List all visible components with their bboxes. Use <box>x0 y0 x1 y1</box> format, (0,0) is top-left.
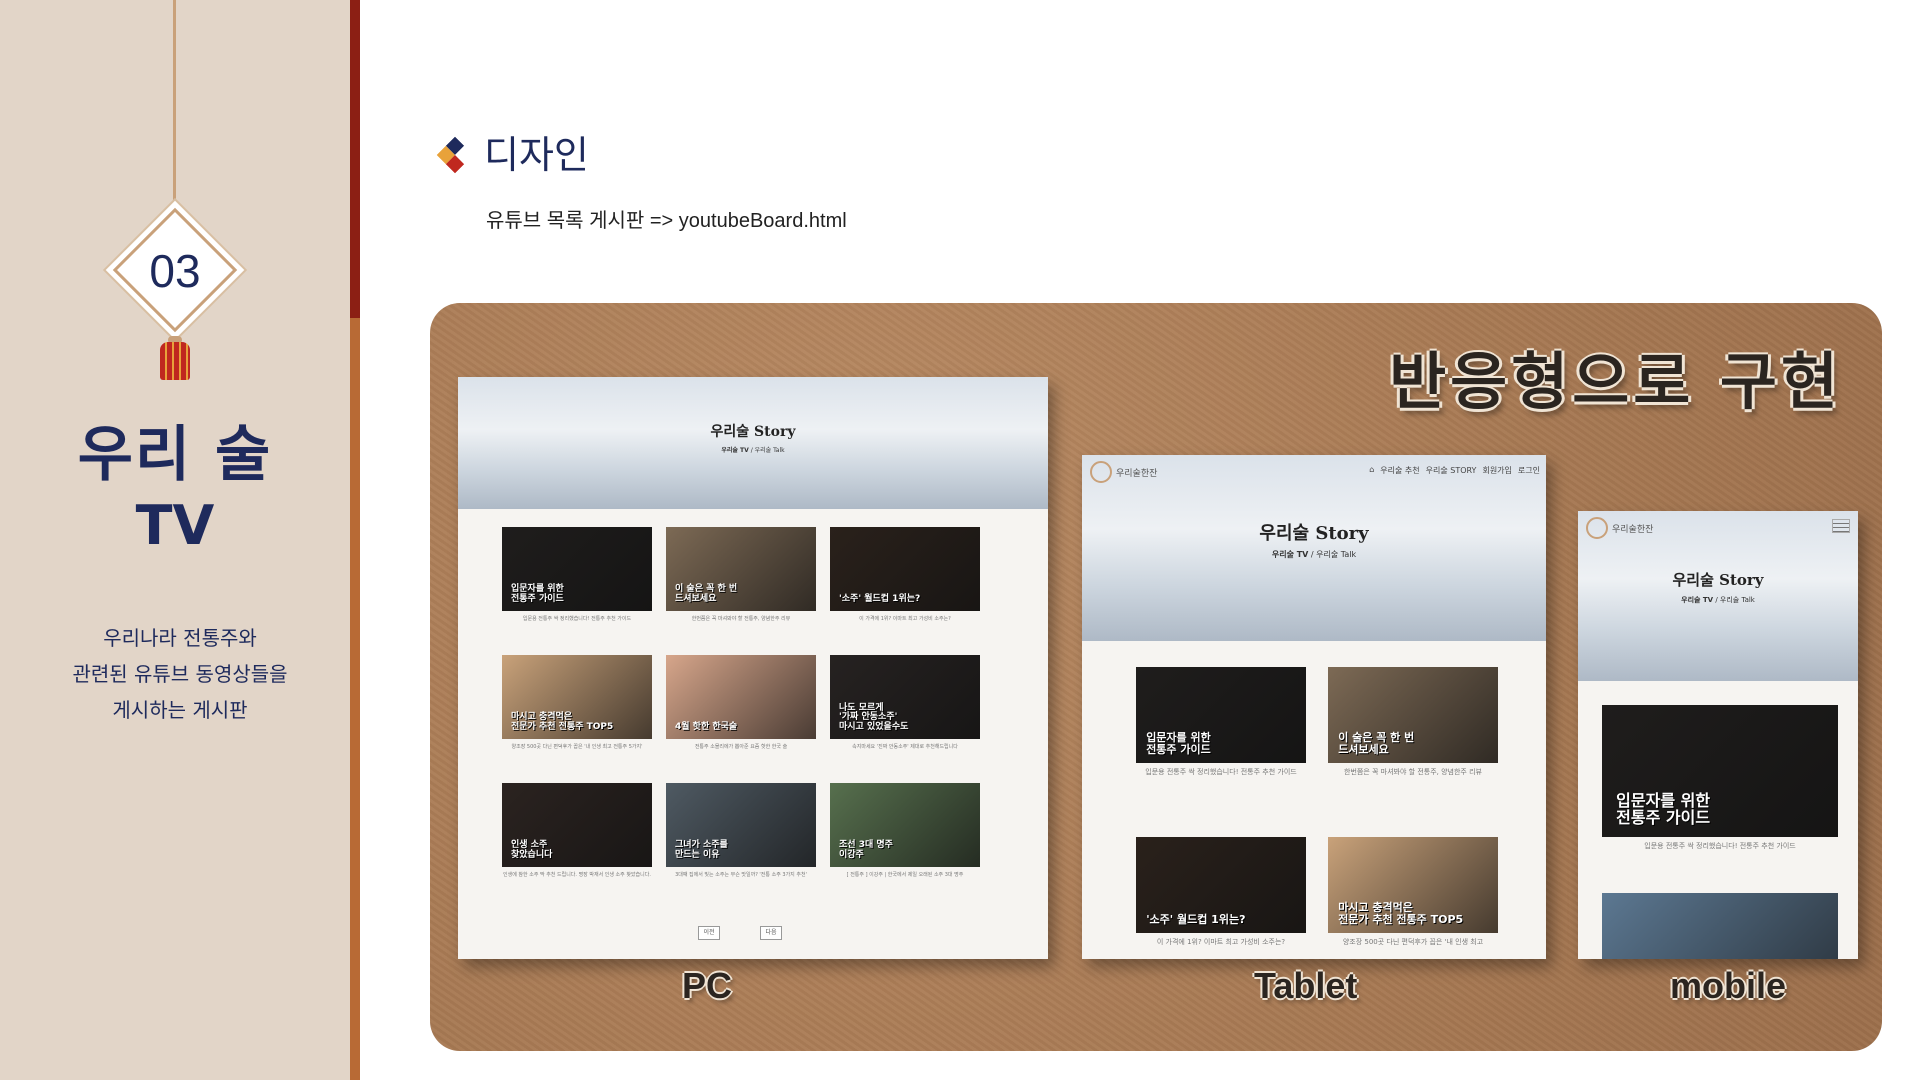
sidebar-desc-line2: 관련된 유튜브 동영상들을 <box>72 662 288 686</box>
tablet-nav-item[interactable]: 우리술 STORY <box>1426 465 1477 476</box>
thumbnail-caption[interactable]: 양조장 500곳 다닌 편덕후가 꼽은 '내 인생 최고 전통주 5가지' <box>502 743 652 750</box>
pc-prev-button[interactable]: 이전 <box>698 926 720 940</box>
video-thumbnail[interactable]: 인생 소주 찾았습니다 <box>502 783 652 867</box>
pc-hero: 우리술 Story 우리술 TV / 우리술 Talk <box>458 377 1048 509</box>
page-subtitle: 유튜브 목록 게시판 => youtubeBoard.html <box>486 210 847 232</box>
thumbnail-caption[interactable]: [ 전통주 ] 이강주 | 한국에서 제일 오래된 소주 3대 명주 <box>830 871 980 878</box>
pc-breadcrumb: 우리술 TV / 우리술 Talk <box>458 445 1048 454</box>
thumbnail-text: 나도 모르게 '가짜 안동소주' 마시고 있었을수도 <box>839 702 909 732</box>
thumbnail-caption[interactable]: 입문용 전통주 싹 정리했습니다! 전통주 추천 가이드 <box>502 615 652 622</box>
video-thumbnail[interactable]: 입문자를 위한 전통주 가이드 <box>1136 667 1306 763</box>
thumbnail-caption[interactable]: 입문용 전통주 싹 정리했습니다! 전통주 추천 가이드 <box>1602 841 1838 851</box>
thumbnail-text: 그녀가 소주를 만드는 이유 <box>675 840 728 860</box>
thumbnail-caption[interactable]: 입문용 전통주 싹 정리했습니다! 전통주 추천 가이드 <box>1136 767 1306 777</box>
slide: 03 우리 술 TV 우리나라 전통주와 관련된 유튜브 동영상들을 게시하는 … <box>0 0 1920 1080</box>
tablet-nav-item[interactable]: 로그인 <box>1518 465 1540 476</box>
tablet-nav: ⌂ 우리술 추천 우리술 STORY 회원가입 로그인 <box>1369 465 1540 476</box>
sidebar-desc-line1: 우리나라 전통주와 <box>103 626 257 650</box>
thumbnail-text: 이 술은 꼭 한 번 드셔보세요 <box>1338 731 1415 756</box>
mobile-hero-title: 우리술 Story <box>1672 571 1764 589</box>
video-thumbnail[interactable]: 입문자를 위한 전통주 가이드 <box>502 527 652 611</box>
sidebar-stripe-accent <box>350 0 360 318</box>
thumbnail-text: '소주' 월드컵 1위는? <box>1146 912 1246 926</box>
sidebar-desc-line3: 게시하는 게시판 <box>112 698 248 722</box>
sidebar-title-line1: 우리 술 <box>77 420 273 490</box>
thumbnail-text: 입문자를 위한 전통주 가이드 <box>511 584 564 604</box>
video-thumbnail[interactable] <box>1602 893 1838 959</box>
tassel-icon <box>160 342 190 380</box>
tablet-screenshot: 우리술한잔 ⌂ 우리술 추천 우리술 STORY 회원가입 로그인 우리술 St… <box>1082 455 1546 959</box>
thumbnail-text: 인생 소주 찾았습니다 <box>511 840 553 860</box>
sidebar: 03 우리 술 TV 우리나라 전통주와 관련된 유튜브 동영상들을 게시하는 … <box>0 0 350 1080</box>
pc-next-button[interactable]: 다음 <box>760 926 782 940</box>
thumbnail-text: 마시고 충격먹은 전문가 추천 전통주 TOP5 <box>511 712 614 732</box>
video-thumbnail[interactable]: 조선 3대 명주 이강주 <box>830 783 980 867</box>
thumbnail-caption[interactable]: 인생에 참한 소주 딱 추천 드립니다. 명장 박재서 인생 소주 찾았습니다. <box>502 871 652 878</box>
pc-crumb-sep: / <box>750 447 753 454</box>
page-title: 디자인 <box>484 133 589 177</box>
logo-mark-icon <box>1586 517 1608 539</box>
video-thumbnail[interactable]: '소주' 월드컵 1위는? <box>1136 837 1306 933</box>
tablet-hero: 우리술한잔 ⌂ 우리술 추천 우리술 STORY 회원가입 로그인 우리술 St… <box>1082 455 1546 641</box>
video-thumbnail[interactable]: 입문자를 위한 전통주 가이드 <box>1602 705 1838 837</box>
thumbnail-text: 입문자를 위한 전통주 가이드 <box>1146 731 1211 756</box>
video-thumbnail[interactable]: 마시고 충격먹은 전문가 추천 전통주 TOP5 <box>502 655 652 739</box>
home-icon[interactable]: ⌂ <box>1369 465 1374 476</box>
tablet-crumb-active[interactable]: 우리술 TV <box>1272 550 1309 559</box>
mobile-crumb-active[interactable]: 우리술 TV <box>1681 596 1713 604</box>
thumbnail-caption[interactable]: 이 가격에 1위? 이마트 최고 가성비 소주는? <box>830 615 980 622</box>
tablet-breadcrumb: 우리술 TV / 우리술 Talk <box>1082 549 1546 560</box>
thumbnail-caption[interactable]: 전통주 소믈리에가 뽑아준 요즘 핫한 한국 술 <box>666 743 816 750</box>
video-thumbnail[interactable]: 이 술은 꼭 한 번 드셔보세요 <box>1328 667 1498 763</box>
mobile-crumb-other[interactable]: 우리술 Talk <box>1720 596 1755 604</box>
video-thumbnail[interactable]: 4월 핫한 한국술 <box>666 655 816 739</box>
tablet-nav-item[interactable]: 회원가입 <box>1482 465 1511 476</box>
mobile-label: mobile <box>1670 965 1787 1006</box>
thumbnail-caption[interactable]: 속지마세요 '진짜 안동소주' 제대로 추천해드립니다 <box>830 743 980 750</box>
pc-crumb-other[interactable]: 우리술 Talk <box>755 447 785 454</box>
sidebar-title-line2: TV <box>135 494 215 557</box>
board-title: 반응형으로 구현 <box>1389 345 1842 418</box>
thumbnail-caption[interactable]: 양조장 500곳 다닌 편덕후가 꼽은 '내 인생 최고 <box>1328 937 1498 947</box>
tablet-hero-title: 우리술 Story <box>1259 523 1369 544</box>
showcase-board: 반응형으로 구현 우리술 Story 우리술 TV / 우리술 Talk 입문자… <box>430 303 1882 1051</box>
tablet-crumb-sep: / <box>1310 550 1314 559</box>
thumbnail-text: 마시고 충격먹은 전문가 추천 전통주 TOP5 <box>1338 901 1464 926</box>
section-number: 03 <box>149 245 201 297</box>
tablet-logo[interactable]: 우리술한잔 <box>1090 461 1157 483</box>
diamond-bullet-icon <box>436 136 474 174</box>
thumbnail-text: 4월 핫한 한국술 <box>675 721 738 732</box>
video-thumbnail[interactable]: 이 술은 꼭 한 번 드셔보세요 <box>666 527 816 611</box>
thumbnail-text: 조선 3대 명주 이강주 <box>839 840 893 860</box>
thumbnail-caption[interactable]: 한번쯤은 꼭 마셔봐야 할 전통주, 양념한주 리뷰 <box>666 615 816 622</box>
mobile-crumb-sep: / <box>1715 596 1718 604</box>
thumbnail-caption[interactable]: 한번쯤은 꼭 마셔봐야 할 전통주, 양념한주 리뷰 <box>1328 767 1498 777</box>
thumbnail-text: 입문자를 위한 전통주 가이드 <box>1616 790 1711 827</box>
tablet-nav-item[interactable]: 우리술 추천 <box>1380 465 1419 476</box>
pc-label: PC <box>682 965 733 1006</box>
video-thumbnail[interactable]: '소주' 월드컵 1위는? <box>830 527 980 611</box>
ornament-string <box>173 0 176 210</box>
video-thumbnail[interactable]: 그녀가 소주를 만드는 이유 <box>666 783 816 867</box>
hamburger-menu-icon[interactable] <box>1832 519 1850 533</box>
tablet-logo-text: 우리술한잔 <box>1116 468 1158 479</box>
tablet-label: Tablet <box>1254 965 1358 1006</box>
mobile-breadcrumb: 우리술 TV / 우리술 Talk <box>1578 595 1858 605</box>
pc-crumb-active[interactable]: 우리술 TV <box>721 447 748 454</box>
video-thumbnail[interactable]: 마시고 충격먹은 전문가 추천 전통주 TOP5 <box>1328 837 1498 933</box>
thumbnail-caption[interactable]: 이 가격에 1위? 이마트 최고 가성비 소주는? <box>1136 937 1306 947</box>
thumbnail-text: 이 술은 꼭 한 번 드셔보세요 <box>675 584 738 604</box>
mobile-logo-text: 우리술한잔 <box>1612 524 1654 535</box>
mobile-hero: 우리술한잔 우리술 Story 우리술 TV / 우리술 Talk <box>1578 511 1858 681</box>
logo-mark-icon <box>1090 461 1112 483</box>
video-thumbnail[interactable]: 나도 모르게 '가짜 안동소주' 마시고 있었을수도 <box>830 655 980 739</box>
pc-screenshot: 우리술 Story 우리술 TV / 우리술 Talk 입문자를 위한 전통주 … <box>458 377 1048 959</box>
thumbnail-text: '소주' 월드컵 1위는? <box>839 593 921 604</box>
mobile-logo[interactable]: 우리술한잔 <box>1586 517 1653 539</box>
mobile-screenshot: 우리술한잔 우리술 Story 우리술 TV / 우리술 Talk 입문자를 위… <box>1578 511 1858 959</box>
pc-hero-title: 우리술 Story <box>710 424 796 440</box>
thumbnail-caption[interactable]: 3대째 집에서 빚는 소주는 무슨 맛일까? '전통 소주 3가지 추천' <box>666 871 816 878</box>
tablet-crumb-other[interactable]: 우리술 Talk <box>1316 550 1356 559</box>
